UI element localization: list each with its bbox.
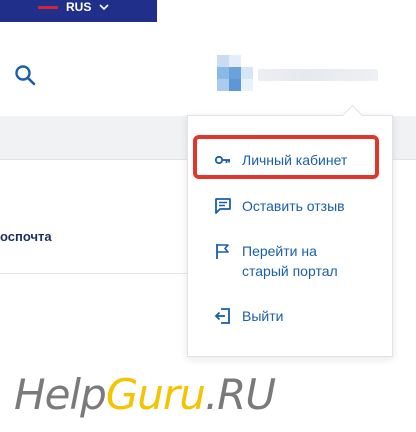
chevron-down-icon (99, 4, 109, 11)
menu-item-label: Перейти на старый портал (242, 243, 338, 279)
feedback-icon (215, 198, 231, 214)
flag-portal-icon (216, 244, 229, 259)
flag-icon (38, 5, 58, 9)
menu-item-personal-account[interactable]: Личный кабинет (214, 150, 347, 170)
menu-item-label: Личный кабинет (242, 152, 348, 168)
email-service-link[interactable]: оспочта (0, 229, 52, 244)
watermark-help: Help (14, 370, 107, 419)
watermark-guru: Guru (105, 370, 206, 419)
menu-item-label: Выйти (242, 308, 284, 324)
menu-item-leave-feedback[interactable]: Оставить отзыв (214, 196, 345, 216)
top-navigation-bar: RUS (0, 0, 157, 22)
divider (0, 273, 190, 274)
search-icon[interactable] (13, 63, 37, 87)
menu-item-old-portal[interactable]: Перейти на старый портал (214, 241, 364, 281)
menu-item-logout[interactable]: Выйти (214, 306, 283, 326)
key-icon (214, 155, 230, 165)
language-label: RUS (66, 0, 92, 14)
logout-icon (214, 308, 230, 324)
language-selector[interactable]: RUS (38, 0, 109, 14)
avatar[interactable] (217, 55, 253, 91)
user-name-blurred[interactable] (258, 69, 378, 81)
watermark-logo: HelpGuru.RU (14, 370, 276, 419)
watermark-ru: .RU (204, 370, 276, 419)
menu-item-label: Оставить отзыв (242, 198, 345, 214)
